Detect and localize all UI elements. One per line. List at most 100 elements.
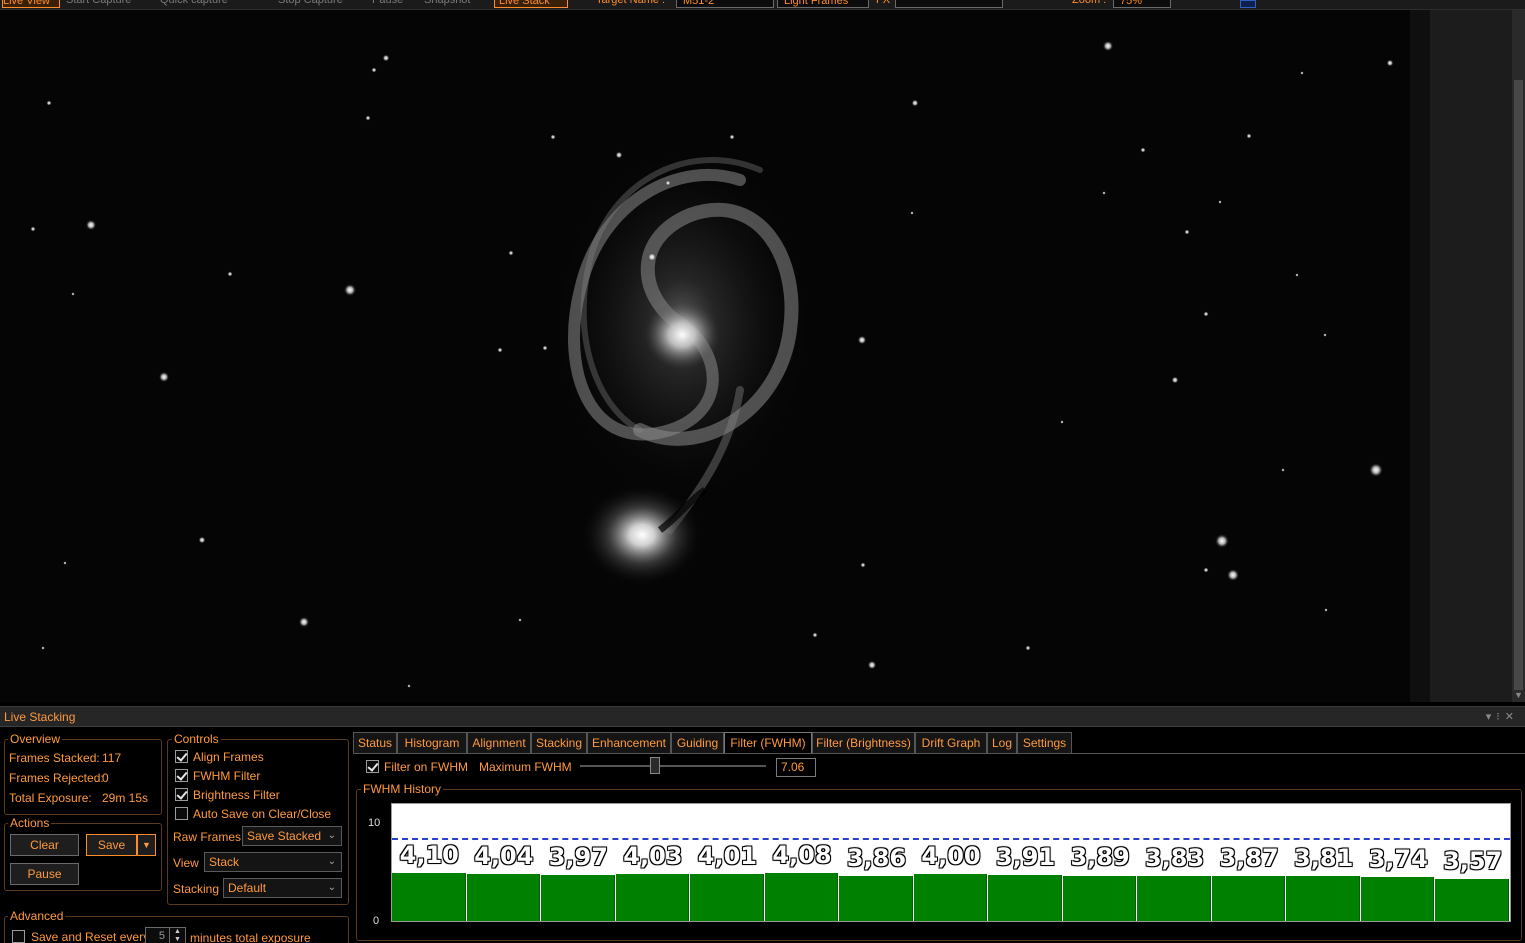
save-reset-stepper[interactable]: 5 ▲ ▼: [145, 927, 186, 943]
fwhm-bar: [541, 874, 615, 921]
raw-frames-select[interactable]: Save Stacked ⌄: [242, 826, 342, 846]
dropdown-icon[interactable]: ▾: [1486, 711, 1497, 723]
brightness-filter-label: Brightness Filter: [193, 788, 280, 802]
fwhm-bar-label: 3,91: [995, 843, 1056, 872]
tab-log[interactable]: Log: [987, 732, 1017, 753]
fwhm-bar-label: 3,89: [1070, 843, 1130, 872]
stepper-arrows-icon[interactable]: ▲ ▼: [169, 928, 185, 943]
pin-icon[interactable]: ⁝: [1496, 711, 1505, 723]
star: [729, 134, 735, 140]
pause-capture-button[interactable]: Pause: [372, 0, 403, 8]
star: [1184, 229, 1190, 235]
fwhm-bar: [1211, 875, 1286, 921]
align-frames-checkbox[interactable]: [175, 750, 188, 763]
snapshot-button[interactable]: Snapshot: [424, 0, 470, 8]
pause-button[interactable]: Pause: [10, 863, 79, 885]
fwhm-bar: [615, 873, 690, 921]
zoom-label: Zoom :: [1072, 0, 1107, 6]
advanced-title: Advanced: [8, 909, 66, 923]
tab-drift-graph[interactable]: Drift Graph: [915, 732, 987, 753]
scroll-down-icon[interactable]: ▼: [1512, 690, 1525, 700]
tab-guiding[interactable]: Guiding: [671, 732, 724, 753]
help-icon[interactable]: [1240, 0, 1256, 8]
maximum-fwhm-slider[interactable]: [580, 765, 766, 767]
save-button[interactable]: Save: [86, 834, 137, 856]
brightness-filter-checkbox[interactable]: [175, 788, 188, 801]
star: [41, 646, 45, 650]
star: [1324, 608, 1328, 612]
fwhm-bar: [988, 875, 1062, 921]
maximum-fwhm-input[interactable]: 7.06: [776, 758, 816, 777]
star: [1323, 333, 1327, 337]
image-viewport[interactable]: [0, 10, 1410, 702]
live-stack-button[interactable]: Live Stack: [494, 0, 568, 8]
auto-save-checkbox[interactable]: [175, 807, 188, 820]
zoom-select[interactable]: 75%: [1113, 0, 1171, 8]
total-exposure-label: Total Exposure:: [9, 791, 92, 805]
tab-histogram[interactable]: Histogram: [397, 732, 467, 753]
view-select[interactable]: Stack ⌄: [204, 852, 342, 872]
controls-title: Controls: [172, 732, 221, 746]
fwhm-bar: [690, 874, 764, 921]
fwhm-history-title: FWHM History: [361, 782, 443, 796]
star: [1368, 462, 1384, 478]
viewport-gutter: [1410, 10, 1430, 702]
save-reset-checkbox[interactable]: [12, 930, 25, 943]
star: [227, 271, 233, 277]
tab-filter-fwhm[interactable]: Filter (FWHM): [724, 732, 812, 754]
start-capture-button[interactable]: Start Capture: [66, 0, 131, 8]
star: [542, 345, 548, 351]
fwhm-bar-label: 3,81: [1294, 844, 1354, 873]
tab-filter-brightness[interactable]: Filter (Brightness): [812, 732, 915, 753]
maximum-fwhm-label: Maximum FWHM: [479, 760, 572, 774]
close-icon[interactable]: ✕: [1505, 711, 1519, 723]
viewport-scrollbar[interactable]: ▼: [1430, 10, 1525, 702]
filter-on-fwhm-checkbox[interactable]: [366, 760, 379, 773]
fwhm-bar-label: 3,57: [1443, 847, 1503, 876]
save-dropdown-icon[interactable]: ▼: [137, 834, 156, 856]
stacking-select[interactable]: Default ⌄: [223, 878, 342, 898]
fwhm-bar-label: 4,04: [474, 841, 534, 870]
chevron-down-icon: ⌄: [327, 830, 336, 841]
star: [198, 536, 206, 544]
star: [407, 684, 411, 688]
fwhm-bar: [1137, 876, 1211, 921]
star: [1300, 71, 1304, 75]
frame-type-select[interactable]: Light Frames: [777, 0, 869, 8]
fwhm-bar: [1360, 877, 1435, 921]
align-frames-label: Align Frames: [193, 750, 264, 764]
star: [1386, 59, 1394, 67]
stop-capture-button[interactable]: Stop Capture: [278, 0, 343, 8]
fx-label: FX: [876, 0, 891, 6]
tab-enhancement[interactable]: Enhancement: [587, 732, 671, 753]
quick-capture-button[interactable]: Quick capture: [160, 0, 228, 8]
fwhm-bar-label: 3,86: [846, 843, 907, 872]
y-axis-max-label: 10: [368, 817, 381, 829]
live-view-button[interactable]: Live View: [2, 0, 60, 8]
frames-stacked-value: 117: [102, 751, 122, 765]
scrollbar-thumb[interactable]: [1514, 80, 1523, 690]
star: [1281, 468, 1285, 472]
save-reset-label: Save and Reset every: [31, 930, 150, 943]
fwhm-bar: [1286, 876, 1360, 921]
clear-button[interactable]: Clear: [10, 834, 79, 856]
fwhm-history-chart: 4,10 4,04 3,97 4,03 4,01 4,08 3,86 4,00 3,91 3,89…: [391, 803, 1511, 922]
star: [1025, 645, 1031, 651]
fwhm-filter-checkbox[interactable]: [175, 769, 188, 782]
maximum-fwhm-slider-thumb[interactable]: [650, 757, 661, 774]
fwhm-bar-label: 3,87: [1219, 843, 1279, 872]
fwhm-bar-label: 3,83: [1144, 844, 1205, 873]
target-name-input[interactable]: M51-2: [676, 0, 774, 8]
chevron-down-icon: ⌄: [327, 856, 336, 867]
tab-settings[interactable]: Settings: [1017, 732, 1072, 753]
view-value: Stack: [209, 855, 240, 869]
star: [343, 283, 357, 297]
tab-stacking[interactable]: Stacking: [531, 732, 587, 753]
tab-alignment[interactable]: Alignment: [467, 732, 531, 753]
save-reset-value: 5: [158, 930, 165, 942]
tab-status[interactable]: Status: [353, 732, 397, 753]
fx-select[interactable]: [895, 0, 1003, 8]
star: [1214, 533, 1230, 549]
star: [508, 250, 514, 256]
star: [382, 54, 390, 62]
